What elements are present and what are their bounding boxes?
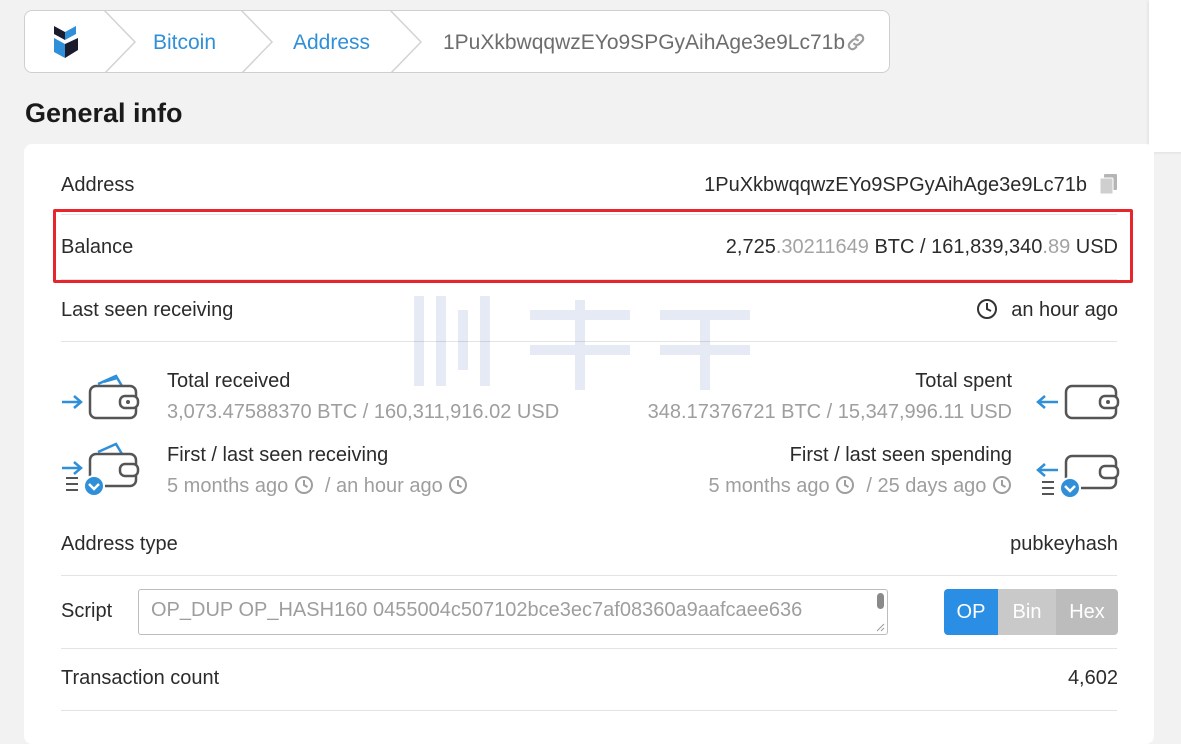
first-last-receiving-label: First / last seen receiving [167,444,389,466]
wallet-receive-history-icon [62,442,140,497]
clock-icon [977,299,997,319]
divider [61,710,1117,711]
clock-icon [993,476,1011,494]
first-last-receiving-value: 5 months ago / an hour ago [167,475,468,498]
divider [61,648,1117,649]
balance-usd-decimals: .89 [1042,236,1071,258]
last-seen-value: an hour ago [1011,299,1118,321]
first-receiving-time: 5 months ago [167,475,289,497]
side-panel [1149,0,1181,152]
total-spent-label: Total spent [915,370,1012,392]
address-type-value: pubkeyhash [1010,533,1118,555]
breadcrumb-current-address: 1PuXkbwqqwzEYo9SPGyAihAge3e9Lc71b [443,31,846,54]
format-bin-button[interactable]: Bin [998,589,1056,635]
clock-icon [294,476,313,494]
divider [61,279,1117,280]
wallet-receive-icon [62,374,140,420]
script-label: Script [61,600,113,622]
blockchair-logo-icon[interactable] [51,24,81,60]
balance-label: Balance [61,236,134,258]
last-seen-label: Last seen receiving [61,299,234,321]
breadcrumb-separator-icon [103,11,137,72]
wallet-send-history-icon [1036,454,1120,499]
balance-usd-int: 161,839,340 [931,236,1043,258]
script-format-toggle: OP Bin Hex [944,589,1118,635]
breadcrumb: Bitcoin Address 1PuXkbwqqwzEYo9SPGyAihAg… [24,10,890,73]
clock-icon [836,476,855,494]
link-icon[interactable] [845,31,867,53]
resize-handle-icon[interactable] [875,622,885,632]
last-spending-time: / 25 days ago [866,475,987,497]
balance-value: 2,725.30211649 BTC / 161,839,340.89 USD [726,236,1118,259]
address-label: Address [61,174,135,196]
address-value[interactable]: 1PuXkbwqqwzEYo9SPGyAihAge3e9Lc71b [704,174,1087,197]
divider [61,575,1117,576]
breadcrumb-separator-icon [240,11,274,72]
balance-btc-unit: BTC / [874,236,926,258]
total-received-label: Total received [167,370,291,392]
total-received-value: 3,073.47588370 BTC / 160,311,916.02 USD [167,401,560,423]
balance-usd-unit: USD [1075,236,1118,258]
last-receiving-time: / an hour ago [324,475,443,497]
balance-btc-decimals: .30211649 [775,236,869,258]
first-last-spending-label: First / last seen spending [789,444,1012,466]
transaction-count-value: 4,602 [1067,667,1118,689]
divider [61,341,1117,342]
total-spent-value: 348.17376721 BTC / 15,347,996.11 USD [647,401,1012,423]
breadcrumb-separator-icon [389,11,423,72]
format-hex-button[interactable]: Hex [1056,589,1118,635]
balance-btc-int: 2,725 [725,236,776,258]
general-info-card: Address 1PuXkbwqqwzEYo9SPGyAihAge3e9Lc71… [24,144,1154,744]
wallet-send-icon [1036,384,1120,420]
first-spending-time: 5 months ago [708,475,830,497]
breadcrumb-address-link[interactable]: Address [293,31,370,55]
scrollbar-thumb[interactable] [877,593,884,609]
script-textarea[interactable]: OP_DUP OP_HASH160 0455004c507102bce3ec7a… [138,589,888,635]
clock-icon [449,476,468,494]
copy-icon[interactable] [1099,173,1119,195]
first-last-spending-value: 5 months ago / 25 days ago [708,475,1012,498]
script-text: OP_DUP OP_HASH160 0455004c507102bce3ec7a… [151,599,803,621]
transaction-count-label: Transaction count [61,667,220,689]
address-type-label: Address type [61,533,178,555]
section-title: General info [25,98,183,128]
format-op-button[interactable]: OP [944,589,998,635]
breadcrumb-bitcoin-link[interactable]: Bitcoin [153,31,216,55]
